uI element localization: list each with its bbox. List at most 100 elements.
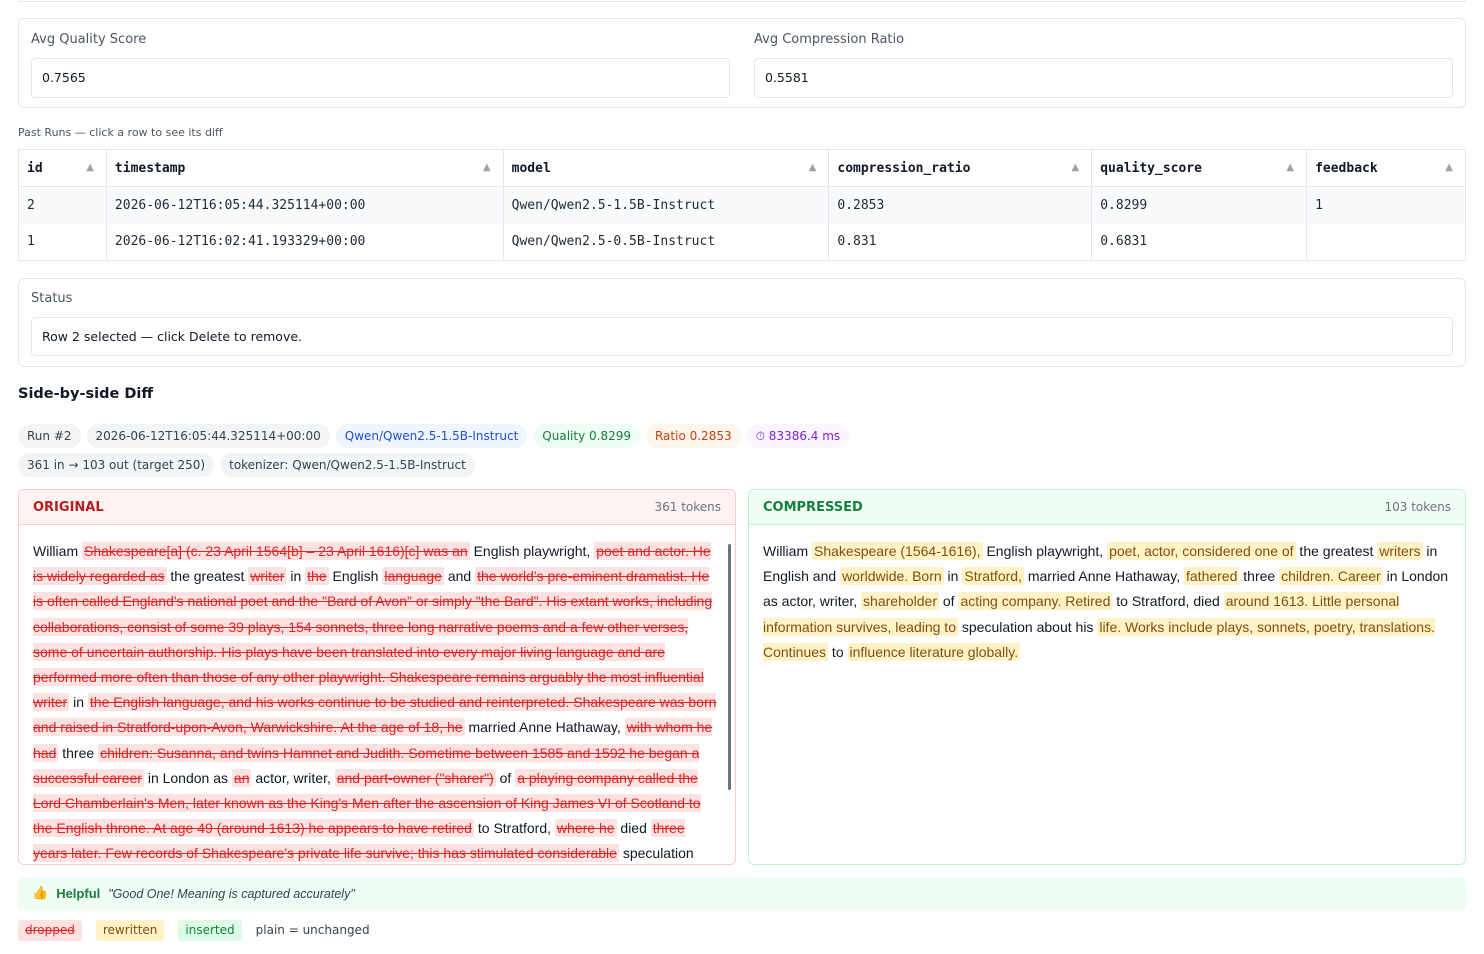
original-segment-plain: three	[58, 744, 99, 761]
original-segment-plain: William	[33, 543, 82, 559]
compressed-segment-plain: married Anne Hathaway,	[1023, 568, 1184, 585]
run-meta-chips: Run #2 2026-06-12T16:05:44.325114+00:00 …	[18, 424, 850, 448]
original-segment-dropped: and part-owner ("sharer")	[334, 768, 496, 787]
feedback-quote: "Good One! Meaning is captured accuratel…	[108, 886, 355, 901]
cell-timestamp[interactable]: 2026-06-12T16:02:41.193329+00:00	[106, 223, 504, 261]
original-segment-plain: to Stratford,	[473, 820, 555, 837]
stats-panel: Avg Quality Score 0.7565 Avg Compression…	[18, 18, 1466, 108]
compressed-segment-plain: to Stratford, died	[1112, 593, 1224, 610]
sort-arrow-icon[interactable]: ▲	[483, 162, 491, 173]
sort-arrow-icon[interactable]: ▲	[86, 162, 94, 173]
original-segment-plain: actor, writer,	[251, 769, 335, 786]
past-runs-table: id ▲ timestamp ▲ model ▲ compression_ratio ▲…	[18, 149, 1466, 261]
column-header-id[interactable]: id ▲	[18, 149, 107, 187]
original-segment-plain: in	[286, 568, 306, 585]
legend-plain: plain = unchanged	[255, 923, 370, 937]
sort-arrow-icon[interactable]: ▲	[1445, 162, 1453, 173]
status-label: Status	[31, 291, 73, 306]
sort-arrow-icon[interactable]: ▲	[1072, 162, 1080, 173]
compressed-segment-rewritten: shareholder	[861, 592, 939, 611]
feedback-label: Helpful	[56, 886, 101, 901]
cell-quality-score[interactable]: 0.8299	[1091, 186, 1308, 224]
compressed-segment-plain: the greatest	[1295, 543, 1378, 559]
original-segment-plain: in	[69, 694, 88, 711]
tokenizer-chip: tokenizer: Qwen/Qwen2.5-1.5B-Instruct	[220, 453, 475, 477]
cell-model[interactable]: Qwen/Qwen2.5-0.5B-Instruct	[503, 223, 830, 261]
timestamp-chip: 2026-06-12T16:05:44.325114+00:00	[86, 424, 330, 448]
ratio-chip: Ratio 0.2853	[645, 424, 741, 448]
legend-dropped: dropped	[18, 920, 82, 941]
column-header-compression-ratio[interactable]: compression_ratio ▲	[828, 149, 1093, 187]
cell-feedback[interactable]: 1	[1306, 186, 1466, 224]
avg-quality-label: Avg Quality Score	[31, 32, 147, 47]
compressed-segment-rewritten: children. Career	[1279, 567, 1383, 586]
original-pane: ORIGINAL 361 tokens William Shakespeare[…	[18, 489, 736, 865]
original-segment-plain: married Anne Hathaway,	[464, 719, 625, 736]
legend-inserted: inserted	[178, 920, 242, 941]
cell-model[interactable]: Qwen/Qwen2.5-1.5B-Instruct	[503, 186, 830, 224]
compressed-segment-plain: three	[1239, 568, 1280, 585]
compressed-segment-rewritten: acting company. Retired	[958, 592, 1113, 611]
top-panel-edge	[18, 0, 1466, 2]
cell-feedback[interactable]	[1306, 223, 1466, 261]
table-row[interactable]: 1 2026-06-12T16:02:41.193329+00:00 Qwen/…	[18, 223, 1466, 261]
original-segment-plain: of	[495, 769, 516, 786]
diff-section-title: Side-by-side Diff	[18, 386, 154, 402]
status-field[interactable]: Row 2 selected — click Delete to remove.	[31, 317, 1453, 356]
avg-ratio-label: Avg Compression Ratio	[754, 32, 905, 47]
cell-quality-score[interactable]: 0.6831	[1091, 223, 1308, 261]
compressed-segment-rewritten: influence literature globally.	[847, 642, 1021, 661]
cell-compression-ratio[interactable]: 0.2853	[828, 186, 1093, 224]
original-segment-plain: the greatest	[166, 568, 249, 585]
compressed-segment-plain: of	[938, 593, 959, 610]
cell-timestamp[interactable]: 2026-06-12T16:05:44.325114+00:00	[106, 186, 504, 224]
original-segment-dropped: language	[382, 567, 444, 586]
table-header-row: id ▲ timestamp ▲ model ▲ compression_ratio ▲…	[18, 149, 1466, 187]
compressed-segment-rewritten: poet, actor, considered one of	[1107, 542, 1296, 560]
compressed-segment-plain: speculation about his	[958, 618, 1098, 635]
sort-arrow-icon[interactable]: ▲	[1286, 162, 1294, 173]
original-segment-dropped: an	[231, 768, 252, 787]
compressed-token-count: 103 tokens	[1384, 500, 1451, 514]
compressed-segment-rewritten: Shakespeare (1564-1616),	[812, 542, 983, 560]
compressed-text[interactable]: William Shakespeare (1564-1616), English…	[749, 525, 1465, 864]
original-title: ORIGINAL	[33, 499, 104, 515]
original-segment-dropped: the world's pre-eminent dramatist. He is…	[33, 567, 713, 712]
original-segment-dropped: Shakespeare[a] (c. 23 April 1564[b] – 23…	[82, 542, 470, 560]
thumbs-up-icon: 👍	[32, 886, 49, 901]
compressed-segment-plain: William	[763, 543, 812, 559]
model-chip: Qwen/Qwen2.5-1.5B-Instruct	[335, 424, 528, 448]
compressed-segment-rewritten: writers	[1377, 542, 1423, 560]
avg-quality-field[interactable]: 0.7565	[31, 58, 730, 98]
cell-id[interactable]: 1	[18, 223, 107, 261]
avg-ratio-field[interactable]: 0.5581	[754, 58, 1453, 98]
column-header-feedback[interactable]: feedback ▲	[1306, 149, 1466, 187]
column-header-model[interactable]: model ▲	[503, 149, 830, 187]
original-token-count: 361 tokens	[654, 500, 721, 514]
compressed-pane: COMPRESSED 103 tokens William Shakespear…	[748, 489, 1466, 865]
diff-legend: dropped rewritten inserted plain = uncha…	[18, 920, 370, 941]
column-header-quality-score[interactable]: quality_score ▲	[1091, 149, 1308, 187]
compressed-pane-header: COMPRESSED 103 tokens	[749, 490, 1465, 525]
compressed-segment-rewritten: fathered	[1184, 567, 1240, 586]
original-segment-dropped: where he	[554, 819, 617, 838]
original-segment-dropped: writer	[248, 567, 287, 586]
legend-rewritten: rewritten	[95, 920, 165, 941]
table-row[interactable]: 2 2026-06-12T16:05:44.325114+00:00 Qwen/…	[18, 186, 1466, 224]
token-meta-chips: 361 in → 103 out (target 250) tokenizer:…	[18, 453, 475, 477]
sort-arrow-icon[interactable]: ▲	[809, 162, 817, 173]
avg-ratio-stat: Avg Compression Ratio 0.5581	[754, 19, 1453, 109]
original-scrollbar[interactable]	[728, 544, 731, 790]
column-header-timestamp[interactable]: timestamp ▲	[106, 149, 504, 187]
cell-id[interactable]: 2	[18, 186, 107, 224]
original-pane-header: ORIGINAL 361 tokens	[19, 490, 735, 525]
compressed-segment-plain: in	[943, 568, 963, 585]
original-segment-plain: English	[328, 568, 383, 585]
feedback-banner: 👍 Helpful "Good One! Meaning is captured…	[18, 877, 1466, 910]
compressed-segment-plain: English playwright,	[982, 543, 1108, 559]
cell-compression-ratio[interactable]: 0.831	[828, 223, 1093, 261]
original-text[interactable]: William Shakespeare[a] (c. 23 April 1564…	[19, 525, 735, 864]
status-panel: Status Row 2 selected — click Delete to …	[18, 278, 1466, 367]
latency-chip: ⏱ 83386.4 ms	[746, 424, 850, 448]
original-segment-plain: English playwright,	[469, 543, 595, 559]
